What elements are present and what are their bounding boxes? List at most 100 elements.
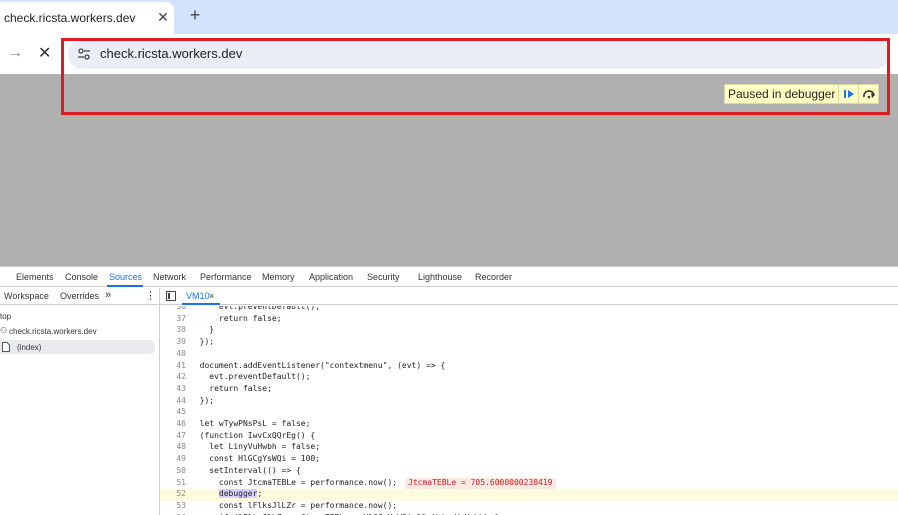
line-number[interactable]: 43 bbox=[160, 384, 186, 393]
step-over-button[interactable] bbox=[858, 85, 878, 103]
line-number[interactable]: 45 bbox=[160, 407, 186, 416]
code-text: const lFlksJlLZr = performance.now(); bbox=[190, 500, 398, 510]
code-text: let wTywPNsPsL = false; bbox=[190, 419, 311, 428]
code-line: 36 evt.preventDefault(); bbox=[160, 306, 898, 314]
page-viewport: Paused in debugger bbox=[0, 74, 898, 266]
line-number[interactable]: 39 bbox=[160, 337, 186, 346]
code-text: } bbox=[190, 325, 215, 335]
code-text: return false; bbox=[190, 383, 272, 393]
code-text: (function IwvCxQQrEg() { bbox=[190, 430, 316, 440]
file-tab-indicator bbox=[182, 303, 220, 305]
code-line: 42 evt.preventDefault(); bbox=[160, 372, 898, 384]
code-line: 41 document.addEventListener("contextmen… bbox=[160, 361, 898, 373]
line-number[interactable]: 53 bbox=[160, 501, 186, 510]
tab-title: check.ricsta.workers.dev bbox=[4, 11, 136, 25]
line-number[interactable]: 51 bbox=[160, 478, 186, 487]
code-line: 39 }); bbox=[160, 337, 898, 349]
code-line: 43 return false; bbox=[160, 384, 898, 396]
line-number[interactable]: 42 bbox=[160, 372, 186, 381]
active-tab-indicator bbox=[107, 285, 143, 287]
line-number[interactable]: 47 bbox=[160, 431, 186, 440]
site-info-icon[interactable] bbox=[77, 47, 91, 61]
line-number[interactable]: 41 bbox=[160, 361, 186, 370]
line-number[interactable]: 44 bbox=[160, 396, 186, 405]
tab-sources[interactable]: Sources bbox=[109, 272, 142, 282]
paused-in-debugger-banner: Paused in debugger bbox=[724, 84, 880, 104]
inline-variable-value: JtcmaTEBLe = 705.6000000238419 bbox=[405, 477, 556, 489]
code-text: debugger; bbox=[218, 489, 263, 499]
tab-overrides[interactable]: Overrides bbox=[60, 291, 99, 301]
more-options-icon[interactable]: ⋮ bbox=[145, 289, 156, 302]
paused-statement: debugger bbox=[218, 489, 258, 499]
code-text: }); bbox=[190, 337, 215, 347]
code-text: setInterval(() => { bbox=[190, 465, 301, 475]
close-file-icon[interactable]: × bbox=[209, 291, 214, 301]
cloud-icon: ⚇ bbox=[0, 326, 8, 335]
code-text: document.addEventListener("contextmenu",… bbox=[190, 360, 446, 370]
stop-loading-button[interactable]: ✕ bbox=[38, 43, 51, 63]
code-line: 51 const JtcmaTEBLe = performance.now();… bbox=[160, 477, 898, 490]
code-line: 48 let LinyVuHwbh = false; bbox=[160, 442, 898, 454]
tab-lighthouse[interactable]: Lighthouse bbox=[418, 272, 462, 282]
file-tab-vm10[interactable]: VM10 bbox=[186, 291, 210, 301]
code-line: 44 }); bbox=[160, 396, 898, 408]
code-line: 52 debugger; bbox=[160, 489, 898, 501]
line-number[interactable]: 37 bbox=[160, 314, 186, 323]
code-line: 45 bbox=[160, 407, 898, 419]
tree-item-domain[interactable]: check.ricsta.workers.dev bbox=[9, 327, 97, 336]
file-navigator: top ⚇ check.ricsta.workers.dev (index) bbox=[0, 306, 159, 515]
tab-recorder[interactable]: Recorder bbox=[475, 272, 512, 282]
resume-button[interactable] bbox=[838, 85, 858, 103]
code-line: 40 bbox=[160, 349, 898, 361]
code-text: let LinyVuHwbh = false; bbox=[190, 442, 321, 452]
code-line: 47 (function IwvCxQQrEg() { bbox=[160, 431, 898, 443]
more-tabs-button[interactable]: » bbox=[105, 289, 111, 301]
code-text: evt.preventDefault(); bbox=[190, 306, 321, 311]
tab-console[interactable]: Console bbox=[65, 272, 98, 282]
browser-toolbar: → ✕ check.ricsta.workers.dev bbox=[0, 34, 898, 74]
url-text[interactable]: check.ricsta.workers.dev bbox=[100, 46, 242, 61]
tree-item-top[interactable]: top bbox=[0, 312, 11, 321]
code-line: 49 const HlGCgYsWQi = 100; bbox=[160, 454, 898, 466]
paused-label: Paused in debugger bbox=[728, 87, 836, 101]
line-number[interactable]: 40 bbox=[160, 349, 186, 358]
line-number[interactable]: 46 bbox=[160, 419, 186, 428]
toggle-navigator-icon[interactable] bbox=[166, 291, 176, 301]
code-text: evt.preventDefault(); bbox=[190, 372, 311, 382]
code-text: return false; bbox=[190, 313, 282, 323]
devtools-tabbar: Elements Console Sources Network Perform… bbox=[0, 267, 898, 287]
code-line: 37 return false; bbox=[160, 314, 898, 326]
code-line: 50 setInterval(() => { bbox=[160, 466, 898, 478]
sources-subbar: Workspace Overrides » ⋮ VM10 × bbox=[0, 288, 898, 305]
tab-elements[interactable]: Elements bbox=[16, 272, 54, 282]
code-editor[interactable]: 36 evt.preventDefault(); 37 return false;… bbox=[160, 306, 898, 515]
line-number[interactable]: 36 bbox=[160, 306, 186, 311]
close-tab-icon[interactable]: ✕ bbox=[156, 10, 170, 24]
tab-application[interactable]: Application bbox=[309, 272, 353, 282]
new-tab-button[interactable]: + bbox=[186, 5, 204, 25]
devtools-panel: Elements Console Sources Network Perform… bbox=[0, 266, 898, 515]
tab-memory[interactable]: Memory bbox=[262, 272, 295, 282]
code-text: const HlGCgYsWQi = 100; bbox=[190, 454, 321, 464]
file-icon bbox=[2, 342, 10, 352]
tab-network[interactable]: Network bbox=[153, 272, 186, 282]
line-number[interactable]: 49 bbox=[160, 454, 186, 463]
address-bar[interactable]: check.ricsta.workers.dev bbox=[68, 39, 890, 69]
code-text: const JtcmaTEBLe = performance.now(); bbox=[190, 477, 398, 487]
tab-security[interactable]: Security bbox=[367, 272, 400, 282]
line-number[interactable]: 38 bbox=[160, 325, 186, 334]
tab-strip: check.ricsta.workers.dev ✕ + bbox=[0, 0, 898, 34]
forward-button[interactable]: → bbox=[7, 44, 23, 62]
line-number[interactable]: 52 bbox=[160, 489, 186, 498]
code-line: 53 const lFlksJlLZr = performance.now(); bbox=[160, 501, 898, 513]
code-text: }); bbox=[190, 395, 215, 405]
step-over-icon bbox=[863, 90, 875, 99]
tree-item-index[interactable]: (index) bbox=[17, 343, 41, 352]
tab-performance[interactable]: Performance bbox=[200, 272, 252, 282]
tab-workspace[interactable]: Workspace bbox=[4, 291, 49, 301]
code-line: 38 } bbox=[160, 325, 898, 337]
line-number[interactable]: 50 bbox=[160, 466, 186, 475]
code-line: 46 let wTywPNsPsL = false; bbox=[160, 419, 898, 431]
line-number[interactable]: 48 bbox=[160, 442, 186, 451]
browser-tab[interactable]: check.ricsta.workers.dev ✕ bbox=[0, 2, 174, 34]
